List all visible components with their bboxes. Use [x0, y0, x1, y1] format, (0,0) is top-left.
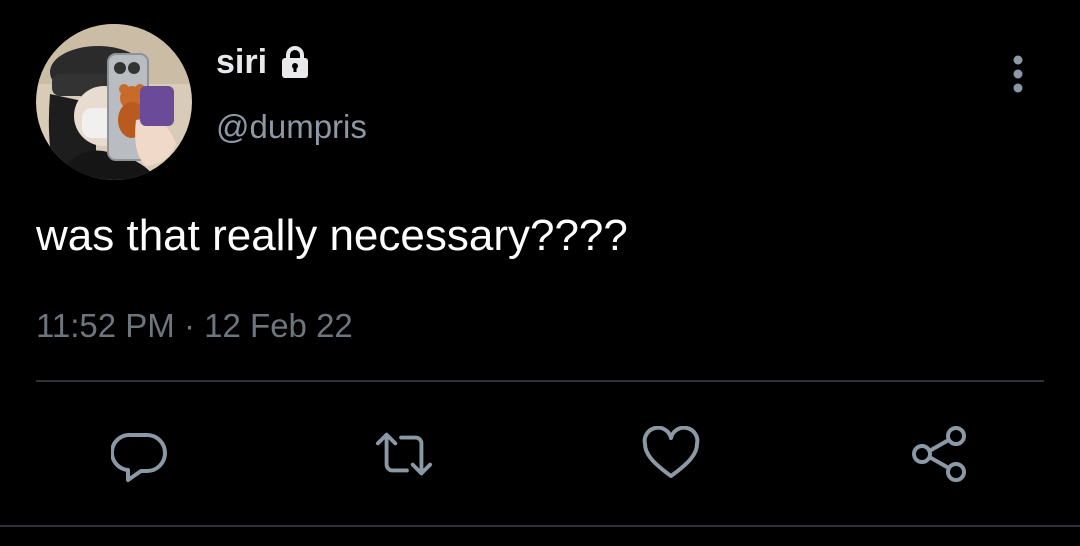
- author-name-row: siri: [216, 40, 313, 84]
- tweet-timestamp[interactable]: 11:52 PM · 12 Feb 22: [36, 305, 353, 347]
- retweet-button[interactable]: [374, 424, 434, 484]
- tweet-time: 11:52 PM: [36, 307, 175, 344]
- avatar-photo: [36, 24, 192, 180]
- meta-separator: ·: [183, 307, 195, 344]
- heart-icon: [642, 426, 700, 478]
- reply-icon: [111, 432, 167, 482]
- retweet-icon: [375, 432, 433, 476]
- like-button[interactable]: [641, 424, 701, 484]
- reply-button[interactable]: [110, 424, 170, 484]
- tweet-date: 12 Feb 22: [204, 307, 353, 344]
- divider-bottom: [0, 525, 1080, 527]
- share-icon: [912, 426, 966, 482]
- divider: [36, 380, 1044, 382]
- tweet-text: was that really necessary????: [36, 211, 628, 260]
- share-button[interactable]: [909, 424, 969, 484]
- avatar[interactable]: [36, 24, 192, 180]
- author-handle[interactable]: @dumpris: [216, 106, 367, 148]
- more-vertical-icon[interactable]: [1000, 54, 1036, 96]
- lock-icon: [277, 44, 313, 80]
- display-name[interactable]: siri: [216, 40, 267, 84]
- tweet-card: siri @dumpris was that really necessary?…: [0, 0, 1080, 546]
